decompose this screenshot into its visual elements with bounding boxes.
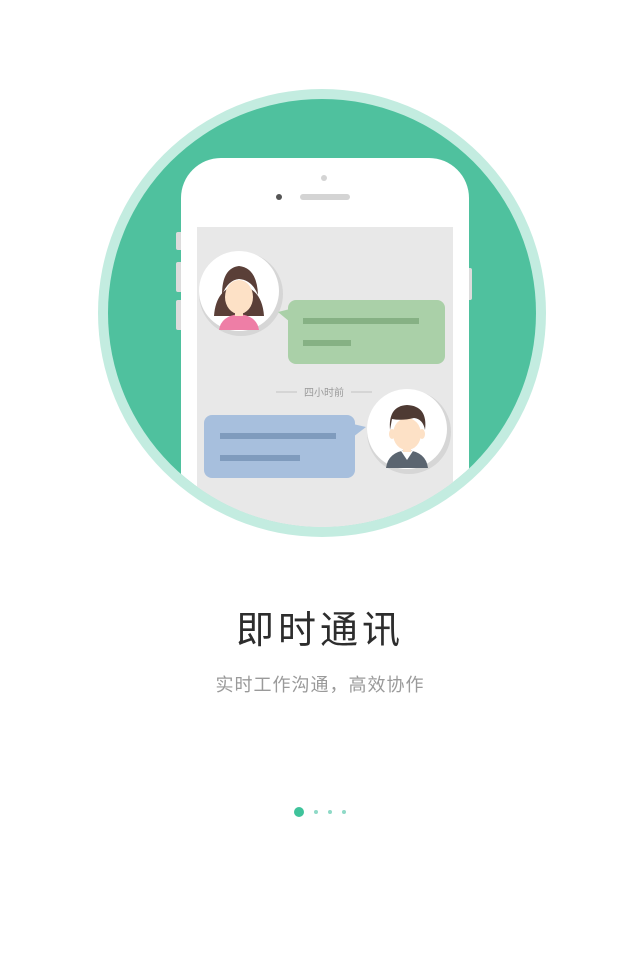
onboarding-title: 即时通讯 <box>235 608 404 652</box>
onboarding-subtitle: 实时工作沟通，高效协作 <box>215 675 425 696</box>
sent-message-bubble <box>204 415 366 478</box>
instant-messaging-illustration: 四小时前 <box>98 89 546 537</box>
phone-speaker-icon <box>300 194 350 200</box>
page-indicator <box>0 806 640 818</box>
phone-camera-icon <box>276 194 282 200</box>
received-message-bubble <box>278 300 445 364</box>
page-dot-3[interactable] <box>328 810 332 814</box>
page-dot-1[interactable] <box>294 807 304 817</box>
timestamp-label: 四小时前 <box>304 386 344 399</box>
page-dot-2[interactable] <box>314 810 318 814</box>
page-dot-4[interactable] <box>342 810 346 814</box>
phone-sensor-icon <box>321 175 327 181</box>
